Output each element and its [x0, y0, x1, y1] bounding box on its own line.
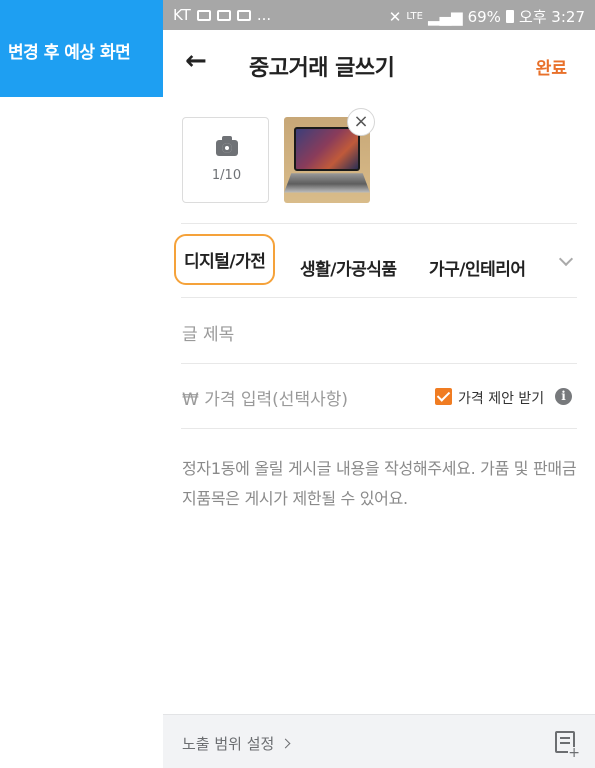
category-digital[interactable]: 디지털/가전	[174, 234, 276, 285]
carrier-label: KT	[173, 6, 191, 24]
battery-percent: 69%	[467, 7, 501, 26]
lte-label: LTE	[406, 11, 423, 22]
calendar-icon	[216, 9, 231, 21]
status-left: KT ...	[173, 6, 271, 24]
camera-icon	[216, 136, 238, 156]
status-more: ...	[256, 6, 272, 24]
clock: 오후 3:27	[518, 8, 585, 26]
phone-screen: KT ... ✕ LTE ▂▄▆ 69% 오후 3:27 ← 중고거래 글쓰기 …	[163, 0, 595, 768]
signal-icon: ▂▄▆	[427, 7, 463, 26]
remove-photo-button[interactable]: ×	[347, 108, 375, 136]
category-row: 디지털/가전 생활/가공식품 가구/인테리어	[163, 224, 595, 297]
content-textarea[interactable]: 정자1동에 올릴 게시글 내용을 작성해주세요. 가품 및 판매금지품목은 게시…	[182, 454, 582, 514]
laptop-screen-graphic	[294, 127, 360, 171]
category-living[interactable]: 생활/가공식품	[300, 255, 397, 280]
done-button[interactable]: 완료	[536, 54, 567, 79]
page-title: 중고거래 글쓰기	[249, 56, 395, 81]
status-right: ✕ LTE ▂▄▆ 69% 오후 3:27	[389, 6, 585, 27]
add-photo-button[interactable]: 1/10	[182, 117, 269, 203]
title-input[interactable]: 글 제목	[182, 320, 234, 345]
mail-icon	[236, 9, 251, 21]
page: 변경 후 예상 화면 KT ... ✕ LTE ▂▄▆ 69% 오후 3:27 …	[0, 0, 595, 768]
laptop-base-graphic	[284, 173, 370, 193]
photo-count: 1/10	[211, 168, 242, 183]
visibility-setting-button[interactable]: 노출 범위 설정	[182, 733, 291, 754]
app-header: ← 중고거래 글쓰기 완료	[163, 30, 595, 96]
bottom-bar: 노출 범위 설정	[163, 714, 595, 768]
message-icon	[196, 9, 211, 21]
info-icon[interactable]: i	[555, 388, 572, 405]
divider	[181, 297, 577, 298]
price-offer-label[interactable]: 가격 제안 받기	[458, 388, 544, 408]
category-furniture[interactable]: 가구/인테리어	[429, 255, 526, 280]
status-bar: KT ... ✕ LTE ▂▄▆ 69% 오후 3:27	[163, 0, 595, 30]
battery-icon	[505, 10, 514, 23]
chevron-right-icon	[280, 738, 291, 749]
photo-row: 1/10 ×	[163, 96, 595, 223]
memo-add-icon[interactable]	[555, 731, 580, 759]
arrow-left-icon[interactable]: ←	[185, 48, 211, 74]
divider	[181, 428, 577, 429]
visibility-setting-label: 노출 범위 설정	[182, 735, 275, 753]
price-offer-checkbox[interactable]	[435, 388, 452, 405]
price-row: ₩ 가격 입력(선택사항) 가격 제안 받기 i	[163, 364, 595, 428]
annotation-label: 변경 후 예상 화면	[0, 0, 163, 97]
chevron-down-icon[interactable]	[558, 251, 574, 267]
price-input[interactable]: ₩ 가격 입력(선택사항)	[182, 385, 348, 410]
mute-icon: ✕	[388, 7, 402, 26]
